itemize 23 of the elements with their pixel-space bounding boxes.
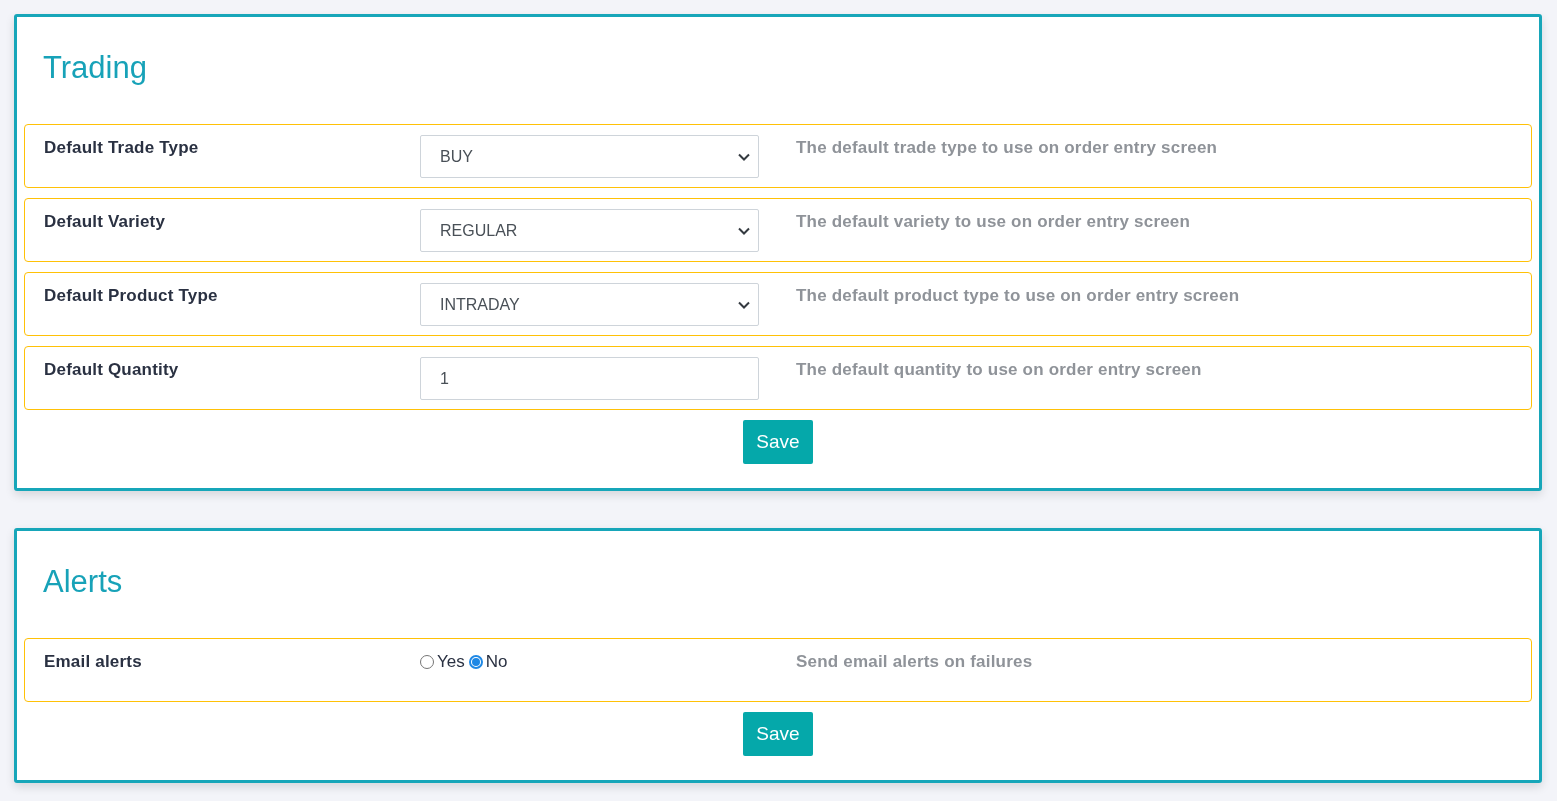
setting-description: The default quantity to use on order entry screen <box>796 360 1202 380</box>
setting-label: Email alerts <box>44 652 143 672</box>
radio-label[interactable]: No <box>468 652 508 672</box>
input-field[interactable]: 1 <box>420 357 759 400</box>
section-title: Alerts <box>42 563 124 601</box>
chevron-down-icon <box>738 152 750 161</box>
chevron-down-icon <box>738 226 750 235</box>
setting-description: The default trade type to use on order entry screen <box>796 138 1218 158</box>
radio-button[interactable] <box>468 655 483 669</box>
setting-description: The default product type to use on order entry screen <box>796 286 1240 306</box>
setting-label: Default Product Type <box>44 286 219 306</box>
select-field[interactable]: BUY <box>420 135 759 178</box>
select-field[interactable]: INTRADAY <box>420 283 759 326</box>
select-field[interactable]: REGULAR <box>420 209 759 252</box>
setting-label: Default Trade Type <box>44 138 200 158</box>
radio-button[interactable] <box>420 655 434 669</box>
chevron-down-icon <box>738 300 750 309</box>
radio-label[interactable]: Yes <box>420 652 465 672</box>
setting-description: The default variety to use on order entry screen <box>796 212 1191 232</box>
section-title: Trading <box>42 49 148 87</box>
setting-description: Send email alerts on failures <box>796 652 1033 672</box>
setting-label: Default Quantity <box>44 360 180 380</box>
setting-label: Default Variety <box>44 212 167 232</box>
